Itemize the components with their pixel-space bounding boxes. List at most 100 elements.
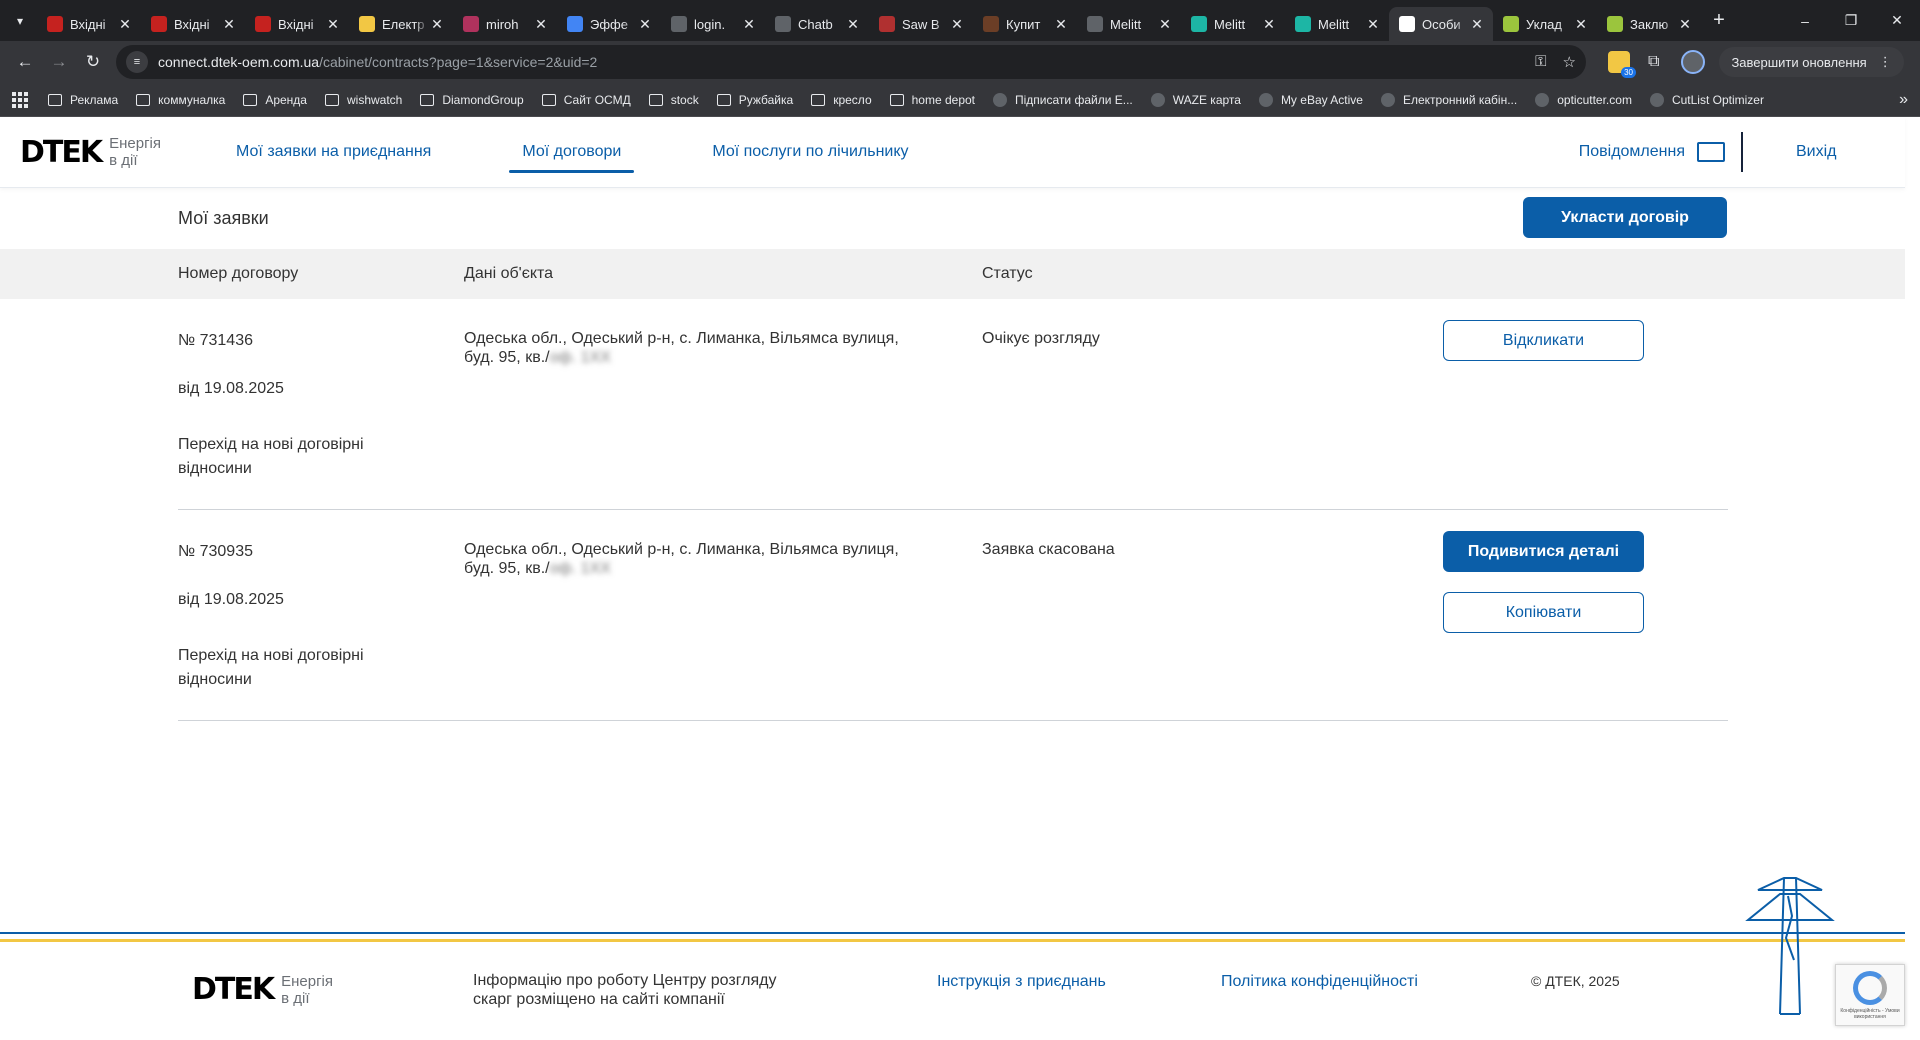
bookmark-label: DiamondGroup bbox=[442, 92, 524, 107]
notifications-link[interactable]: Повідомлення bbox=[1579, 142, 1725, 162]
apps-grid-icon[interactable] bbox=[12, 91, 28, 108]
restore-icon[interactable]: ❐ bbox=[1828, 0, 1874, 41]
close-tab-icon[interactable]: ✕ bbox=[1365, 16, 1381, 33]
browser-tab[interactable]: Особи ✕ bbox=[1389, 7, 1493, 41]
new-tab-icon[interactable]: + bbox=[1705, 9, 1733, 32]
bookmark-item[interactable]: Підписати файли Е... bbox=[993, 92, 1133, 107]
close-tab-icon[interactable]: ✕ bbox=[117, 16, 133, 33]
dtek-logo[interactable]: DTEK Енергія в дії bbox=[20, 135, 161, 170]
browser-tab[interactable]: Електр ✕ bbox=[349, 7, 453, 41]
extension-icon[interactable]: 30 bbox=[1608, 51, 1636, 78]
privacy-policy-link[interactable]: Політика конфіденційності bbox=[1221, 973, 1418, 991]
bookmark-item[interactable]: opticutter.com bbox=[1535, 92, 1632, 107]
browser-tab[interactable]: Уклад ✕ bbox=[1493, 7, 1597, 41]
forward-icon[interactable]: → bbox=[42, 45, 76, 79]
bookmarks-overflow-icon[interactable]: » bbox=[1899, 91, 1908, 109]
logout-link[interactable]: Вихід bbox=[1763, 143, 1905, 161]
nav-my-contracts[interactable]: Мої договори bbox=[509, 117, 635, 187]
minimize-icon[interactable]: – bbox=[1782, 0, 1828, 41]
bookmark-list: Реклама коммуналка Аренда wishwatch DiamondG… bbox=[48, 92, 1782, 107]
bookmark-item[interactable]: Сайт ОСМД bbox=[541, 93, 631, 107]
bookmark-item[interactable]: CutList Optimizer bbox=[1649, 92, 1764, 107]
browser-tab[interactable]: Эффе ✕ bbox=[557, 7, 661, 41]
close-tab-icon[interactable]: ✕ bbox=[1053, 16, 1069, 33]
reload-icon[interactable]: ↻ bbox=[76, 45, 110, 79]
url-text[interactable]: connect.dtek-oem.com.ua/cabinet/contract… bbox=[158, 54, 597, 70]
browser-tab[interactable]: Melitt ✕ bbox=[1077, 7, 1181, 41]
nav-my-meter-services[interactable]: Мої послуги по лічильнику bbox=[699, 117, 921, 187]
close-tab-icon[interactable]: ✕ bbox=[1261, 16, 1277, 33]
bookmark-star-icon[interactable]: ☆ bbox=[1563, 53, 1576, 71]
logo-tagline: Енергія в дії bbox=[109, 135, 162, 169]
close-tab-icon[interactable]: ✕ bbox=[1469, 16, 1485, 33]
bookmark-item[interactable]: кресло bbox=[811, 92, 872, 107]
bookmark-label: кресло bbox=[833, 92, 872, 107]
kebab-menu-icon[interactable]: ⋮ bbox=[1879, 54, 1892, 70]
browser-tab[interactable]: Вхідні ✕ bbox=[141, 7, 245, 41]
recaptcha-badge[interactable]: Конфіденційність - Умови використання bbox=[1835, 964, 1905, 1026]
bookmark-item[interactable]: Ружбайка bbox=[716, 93, 793, 107]
password-key-icon[interactable]: ⚿ bbox=[1535, 53, 1546, 71]
close-window-icon[interactable]: ✕ bbox=[1874, 0, 1920, 41]
main-nav: Мої заявки на приєднання Мої договори Мо… bbox=[223, 117, 922, 187]
browser-tab[interactable]: Melitt ✕ bbox=[1285, 7, 1389, 41]
close-tab-icon[interactable]: ✕ bbox=[1157, 16, 1173, 33]
recaptcha-icon bbox=[1853, 970, 1887, 1005]
browser-tab[interactable]: Saw B ✕ bbox=[869, 7, 973, 41]
browser-tab[interactable]: Вхідні ✕ bbox=[37, 7, 141, 41]
instruction-link[interactable]: Інструкція з приєднань bbox=[937, 973, 1106, 991]
browser-tab[interactable]: Melitt ✕ bbox=[1181, 7, 1285, 41]
bookmark-label: Підписати файли Е... bbox=[1015, 92, 1133, 107]
copy-button[interactable]: Копіювати bbox=[1443, 592, 1644, 633]
update-button[interactable]: Завершити оновлення ⋮ bbox=[1719, 47, 1904, 77]
browser-tab[interactable]: miroh ✕ bbox=[453, 7, 557, 41]
footer-dtek-logo[interactable]: DTEK Енергія в дії bbox=[192, 972, 333, 1007]
bookmark-item[interactable]: Електронний кабін... bbox=[1380, 92, 1517, 107]
extension-badge: 30 bbox=[1621, 67, 1636, 78]
close-tab-icon[interactable]: ✕ bbox=[429, 16, 445, 33]
power-tower-icon bbox=[1745, 877, 1835, 1015]
tab-search-icon[interactable]: ▾ bbox=[7, 8, 33, 34]
bookmark-label: opticutter.com bbox=[1557, 92, 1632, 107]
globe-icon bbox=[1087, 16, 1103, 32]
withdraw-button[interactable]: Відкликати bbox=[1443, 320, 1644, 361]
extensions-puzzle-icon[interactable]: ⧉ bbox=[1648, 53, 1659, 71]
browser-tab[interactable]: Заклю ✕ bbox=[1597, 7, 1701, 41]
tab-title: Заклю bbox=[1630, 16, 1669, 32]
create-contract-button[interactable]: Укласти договір bbox=[1523, 197, 1727, 238]
hidden-apartment: оф. 1ХХ bbox=[549, 560, 611, 577]
nav-my-connection-requests[interactable]: Мої заявки на приєднання bbox=[223, 117, 444, 187]
bookmark-item[interactable]: Реклама bbox=[48, 93, 118, 107]
close-tab-icon[interactable]: ✕ bbox=[221, 16, 237, 33]
bookmark-item[interactable]: WAZE карта bbox=[1150, 92, 1241, 107]
close-tab-icon[interactable]: ✕ bbox=[325, 16, 341, 33]
bookmark-item[interactable]: DiamondGroup bbox=[420, 92, 524, 107]
bookmark-item[interactable]: home depot bbox=[889, 93, 975, 107]
close-tab-icon[interactable]: ✕ bbox=[1677, 16, 1693, 33]
bookmark-item[interactable]: Аренда bbox=[243, 93, 307, 107]
gmail-icon bbox=[47, 16, 63, 32]
bookmark-item[interactable]: stock bbox=[648, 93, 699, 107]
profile-avatar[interactable] bbox=[1681, 50, 1706, 74]
browser-tab[interactable]: Вхідні ✕ bbox=[245, 7, 349, 41]
bookmark-item[interactable]: My eBay Active bbox=[1258, 92, 1363, 107]
bookmark-item[interactable]: wishwatch bbox=[324, 93, 402, 107]
browser-tab[interactable]: login. ✕ bbox=[661, 7, 765, 41]
close-tab-icon[interactable]: ✕ bbox=[637, 16, 653, 33]
status-text: Очікує розгляду bbox=[982, 330, 1100, 347]
browser-tab[interactable]: Chatb ✕ bbox=[765, 7, 869, 41]
address-bar[interactable]: ≡ connect.dtek-oem.com.ua/cabinet/contra… bbox=[116, 45, 1586, 79]
close-tab-icon[interactable]: ✕ bbox=[1573, 16, 1589, 33]
close-tab-icon[interactable]: ✕ bbox=[533, 16, 549, 33]
close-tab-icon[interactable]: ✕ bbox=[949, 16, 965, 33]
close-tab-icon[interactable]: ✕ bbox=[845, 16, 861, 33]
site-info-icon[interactable]: ≡ bbox=[126, 51, 148, 73]
column-header-status: Статус bbox=[982, 265, 1033, 282]
view-details-button[interactable]: Подивитися деталі bbox=[1443, 531, 1644, 572]
bookmark-item[interactable]: коммуналка bbox=[136, 93, 225, 107]
back-icon[interactable]: ← bbox=[8, 45, 42, 79]
close-tab-icon[interactable]: ✕ bbox=[741, 16, 757, 33]
browser-tab[interactable]: Купит ✕ bbox=[973, 7, 1077, 41]
coffee-icon bbox=[983, 16, 999, 32]
ebay-icon bbox=[1258, 92, 1273, 107]
